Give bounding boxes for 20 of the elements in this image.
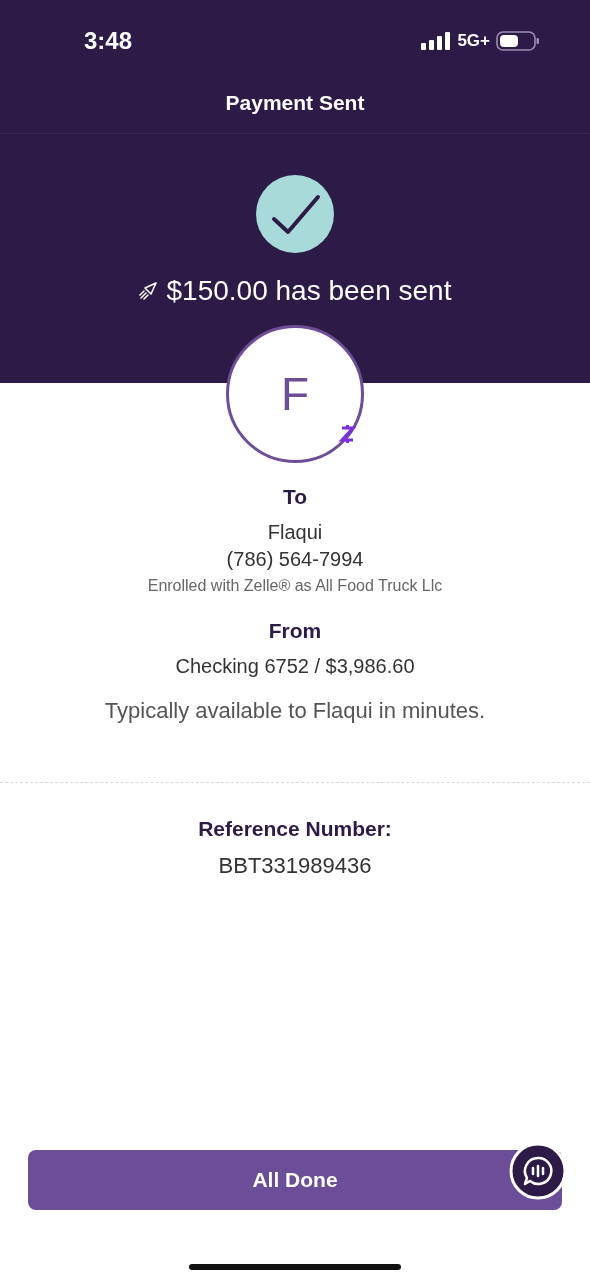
sent-message: $150.00 has been sent xyxy=(166,275,452,307)
account-text: Checking 6752 / $3,986.60 xyxy=(175,655,415,678)
zelle-icon xyxy=(339,422,357,446)
checkmark-icon xyxy=(256,175,334,253)
recipient-name: Flaqui xyxy=(267,521,323,544)
to-heading: To xyxy=(282,485,308,509)
recipient-avatar: F xyxy=(226,325,364,463)
all-done-button[interactable]: All Done xyxy=(28,1150,562,1210)
from-heading: From xyxy=(268,619,322,643)
status-time: 3:48 xyxy=(84,27,133,55)
availability-text: Typically available to Flaqui in minutes. xyxy=(104,698,486,724)
recipient-phone: (786) 564-7994 xyxy=(226,548,364,571)
signal-icon xyxy=(421,32,452,50)
reference-number: BBT331989436 xyxy=(218,853,372,879)
screen-title: Payment Sent xyxy=(225,91,365,116)
network-label: 5G+ xyxy=(457,31,490,51)
paper-plane-icon xyxy=(138,282,157,300)
battery-icon xyxy=(496,31,540,51)
reference-label: Reference Number: xyxy=(198,817,392,841)
enrollment-text: Enrolled with Zelle® as All Food Truck Llc xyxy=(147,577,443,595)
